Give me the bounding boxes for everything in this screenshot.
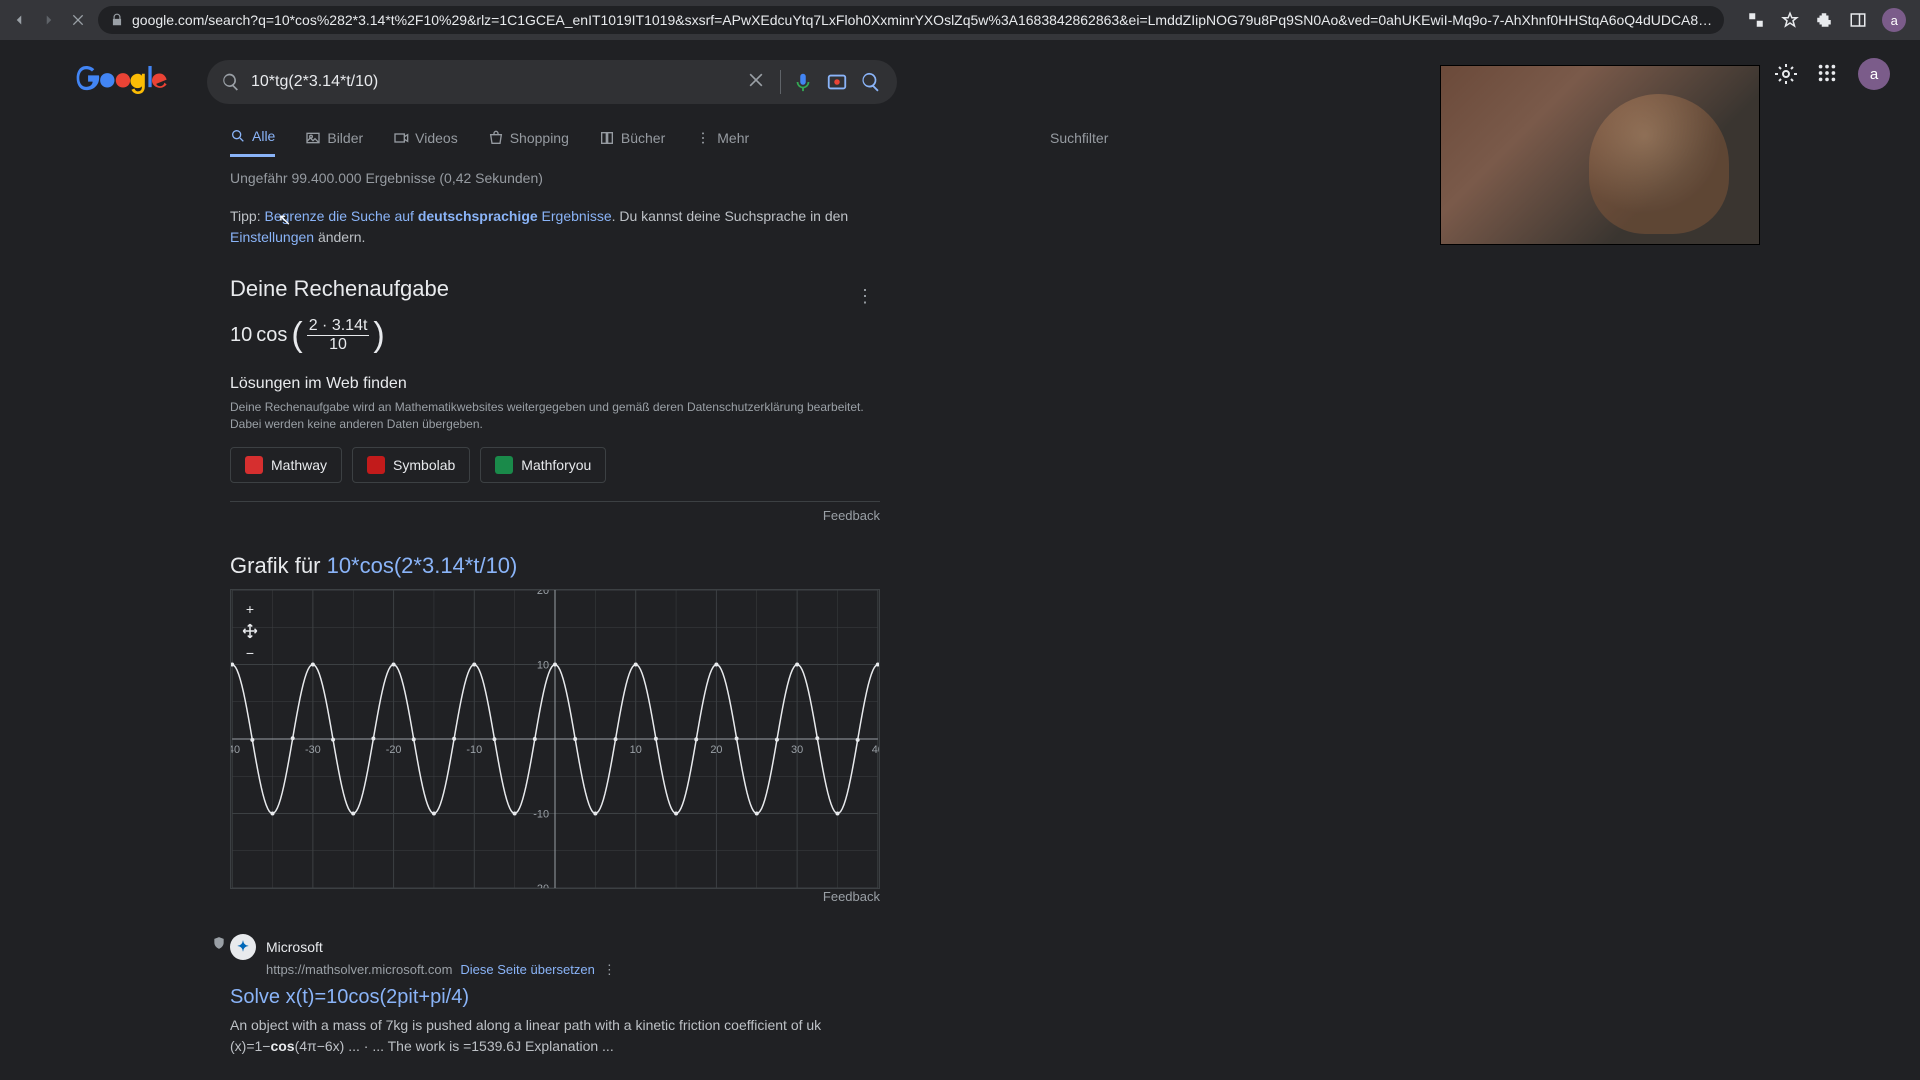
result-title-link[interactable]: Solve x(t)=10cos(2pit+pi/4): [230, 986, 880, 1009]
image-icon: [305, 130, 321, 146]
shopping-icon: [488, 130, 504, 146]
result-stats: Ungefähr 99.400.000 Ergebnisse (0,42 Sek…: [230, 170, 880, 186]
card-menu-icon[interactable]: ⋮: [856, 286, 880, 307]
svg-text:-40: -40: [231, 744, 240, 756]
svg-text:-10: -10: [466, 744, 482, 756]
privacy-text: Deine Rechenaufgabe wird an Mathematikwe…: [230, 399, 880, 433]
site-favicon: ✦: [230, 934, 256, 960]
feedback-link[interactable]: Feedback: [230, 508, 880, 523]
tab-mehr[interactable]: Mehr: [695, 130, 749, 156]
image-search-icon[interactable]: [825, 70, 849, 94]
search-icon: [221, 72, 241, 92]
google-logo[interactable]: [75, 65, 167, 100]
solver-chips: Mathway Symbolab Mathforyou: [230, 447, 880, 483]
account-avatar[interactable]: a: [1858, 58, 1890, 90]
graph-query-link[interactable]: 10*cos(2*3.14*t/10): [327, 553, 518, 578]
search-result: ✦ Microsoft https://mathsolver.microsoft…: [230, 934, 880, 1057]
result-url: https://mathsolver.microsoft.com: [266, 962, 452, 977]
video-icon: [393, 130, 409, 146]
svg-text:-20: -20: [533, 883, 549, 888]
graph-title: Grafik für 10*cos(2*3.14*t/10): [230, 553, 880, 579]
svg-text:40: 40: [872, 744, 879, 756]
divider: [230, 501, 880, 502]
svg-text:10: 10: [630, 744, 642, 756]
mathforyou-icon: [495, 456, 513, 474]
formula-display: 10 cos ( 2 · 3.14t10 ): [230, 316, 880, 355]
limit-language-link[interactable]: Begrenze die Suche auf deutschsprachige …: [265, 208, 612, 224]
graph-feedback-link[interactable]: Feedback: [230, 889, 880, 904]
symbolab-icon: [367, 456, 385, 474]
forward-button[interactable]: [40, 10, 58, 30]
tab-shopping[interactable]: Shopping: [488, 130, 569, 156]
calculator-title: Deine Rechenaufgabe: [230, 276, 449, 302]
shield-icon: [212, 936, 226, 950]
browser-toolbar: google.com/search?q=10*cos%282*3.14*t%2F…: [0, 0, 1920, 40]
tab-bilder[interactable]: Bilder: [305, 130, 363, 156]
tab-buecher[interactable]: Bücher: [599, 130, 665, 156]
zoom-out-button[interactable]: −: [241, 644, 259, 662]
tab-label: Alle: [252, 128, 275, 144]
tab-alle[interactable]: Alle: [230, 128, 275, 157]
result-snippet: An object with a mass of 7kg is pushed a…: [230, 1015, 830, 1057]
svg-text:-30: -30: [305, 744, 321, 756]
extensions-icon[interactable]: [1814, 10, 1834, 30]
tab-label: Bücher: [621, 130, 665, 146]
tab-videos[interactable]: Videos: [393, 130, 458, 156]
svg-text:-20: -20: [386, 744, 402, 756]
svg-text:-10: -10: [533, 808, 549, 820]
webcam-overlay: [1440, 65, 1760, 245]
tab-label: Shopping: [510, 130, 569, 146]
svg-text:20: 20: [537, 590, 549, 597]
solutions-heading: Lösungen im Web finden: [230, 375, 880, 393]
clear-icon[interactable]: [746, 70, 770, 94]
filter-label: Suchfilter: [1050, 130, 1108, 146]
book-icon: [599, 130, 615, 146]
language-tip: Tipp: Begrenze die Suche auf deutschspra…: [230, 206, 880, 248]
apps-icon[interactable]: [1816, 62, 1840, 86]
site-name: Microsoft: [266, 939, 323, 955]
more-icon: [695, 130, 711, 146]
result-menu-icon[interactable]: ⋮: [603, 962, 616, 978]
voice-search-icon[interactable]: [791, 70, 815, 94]
tab-label: Mehr: [717, 130, 749, 146]
translate-page-link[interactable]: Diese Seite übersetzen: [460, 962, 594, 977]
zoom-in-button[interactable]: +: [241, 600, 259, 618]
chip-mathforyou[interactable]: Mathforyou: [480, 447, 606, 483]
lock-icon: [110, 13, 124, 27]
chip-mathway[interactable]: Mathway: [230, 447, 342, 483]
search-tabs: Alle Bilder Videos Shopping Bücher Mehr …: [230, 128, 749, 157]
search-button[interactable]: [859, 70, 883, 94]
divider: [780, 70, 781, 94]
tab-label: Videos: [415, 130, 458, 146]
address-bar[interactable]: google.com/search?q=10*cos%282*3.14*t%2F…: [98, 6, 1724, 34]
svg-text:20: 20: [710, 744, 722, 756]
url-text: google.com/search?q=10*cos%282*3.14*t%2F…: [132, 12, 1712, 28]
tab-label: Bilder: [327, 130, 363, 146]
search-filters[interactable]: Suchfilter: [1050, 130, 1108, 156]
search-icon: [230, 128, 246, 144]
settings-icon[interactable]: [1774, 62, 1798, 86]
pan-control[interactable]: [241, 622, 259, 640]
reload-button[interactable]: [70, 10, 86, 30]
settings-link[interactable]: Einstellungen: [230, 229, 314, 245]
profile-avatar[interactable]: a: [1882, 8, 1906, 32]
side-panel-icon[interactable]: [1848, 10, 1868, 30]
svg-text:30: 30: [791, 744, 803, 756]
svg-text:10: 10: [537, 659, 549, 671]
chip-symbolab[interactable]: Symbolab: [352, 447, 470, 483]
star-icon[interactable]: [1780, 10, 1800, 30]
results-column: Ungefähr 99.400.000 Ergebnisse (0,42 Sek…: [230, 170, 880, 1057]
search-box[interactable]: [207, 60, 897, 104]
search-input[interactable]: [251, 73, 736, 91]
mathway-icon: [245, 456, 263, 474]
graph-plot[interactable]: -40 -30 -20 -10 10 20 30 40 -20 -10 10 20 + −: [230, 589, 880, 889]
translate-icon[interactable]: [1746, 10, 1766, 30]
back-button[interactable]: [10, 10, 28, 30]
